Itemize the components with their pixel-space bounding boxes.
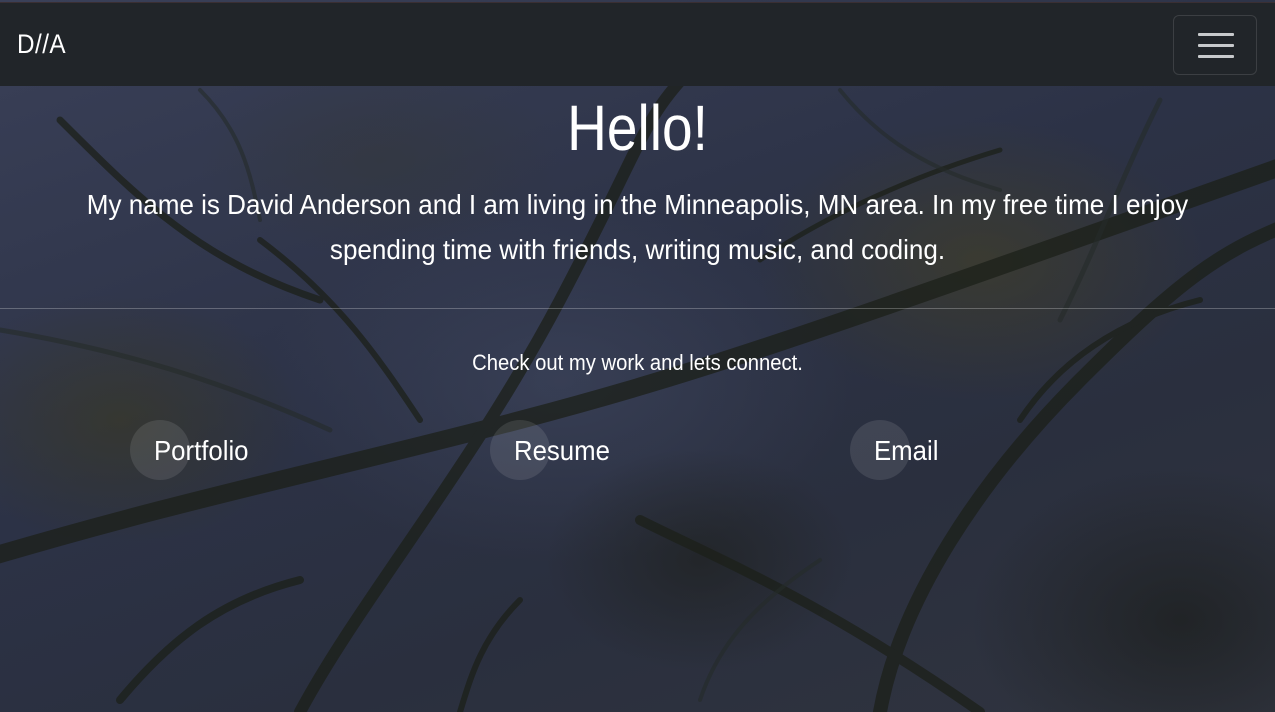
section-divider (0, 308, 1275, 309)
resume-label: Resume (514, 435, 610, 466)
intro-text: My name is David Anderson and I am livin… (86, 189, 1189, 265)
portfolio-label: Portfolio (154, 435, 249, 466)
brand-link[interactable]: D//A (17, 29, 66, 60)
navbar-toggler-button[interactable] (1173, 15, 1257, 75)
hero-title: Hello! (567, 92, 708, 164)
navbar: D//A (0, 2, 1275, 86)
cta-text: Check out my work and lets connect. (472, 350, 803, 375)
email-label: Email (874, 435, 939, 466)
